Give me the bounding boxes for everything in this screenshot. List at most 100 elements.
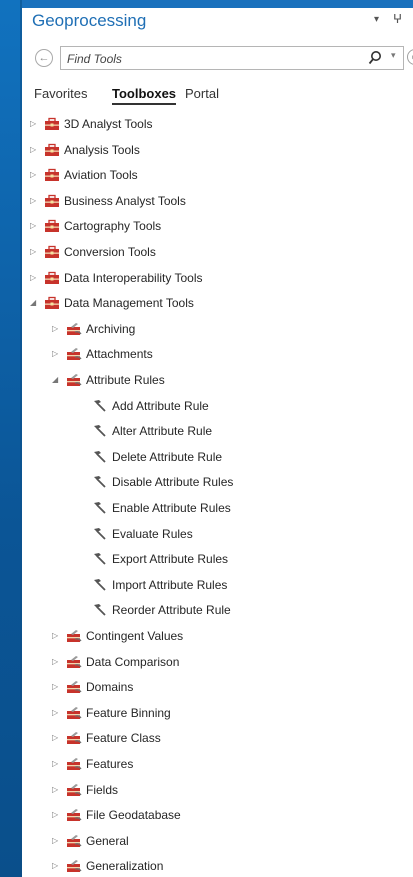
collapsed-caret-icon[interactable]: ▷ bbox=[30, 170, 38, 180]
clear-search-icon[interactable]: ⊘ bbox=[407, 49, 413, 65]
tool-item-export-attribute-rules[interactable]: Export Attribute Rules bbox=[22, 547, 413, 572]
pane-menu-chevron-down-icon[interactable]: ▾ bbox=[374, 14, 379, 25]
tree-item-label: Attachments bbox=[86, 347, 153, 361]
tool-item-delete-attribute-rule[interactable]: Delete Attribute Rule bbox=[22, 445, 413, 470]
collapsed-caret-icon[interactable]: ▷ bbox=[30, 145, 38, 155]
pane-header: Geoprocessing ▾ ⵖ bbox=[22, 8, 413, 36]
collapsed-caret-icon[interactable]: ▷ bbox=[52, 682, 60, 692]
toolset-icon bbox=[67, 732, 82, 744]
hammer-tool-icon bbox=[94, 579, 106, 591]
toolset-item-general[interactable]: ▷ General bbox=[22, 829, 413, 854]
toolset-item-attribute-rules[interactable]: ◢ Attribute Rules bbox=[22, 368, 413, 393]
back-arrow-icon[interactable]: ← bbox=[35, 49, 53, 67]
tree-item-label: Add Attribute Rule bbox=[112, 399, 209, 413]
toolset-icon bbox=[67, 374, 82, 386]
toolbox-item-data-interoperability-tools[interactable]: ▷ Data Interoperability Tools bbox=[22, 266, 413, 291]
toolbox-icon bbox=[45, 219, 59, 232]
collapsed-caret-icon[interactable]: ▷ bbox=[30, 247, 38, 257]
toolset-item-data-comparison[interactable]: ▷ Data Comparison bbox=[22, 650, 413, 675]
tree-item-label: Reorder Attribute Rule bbox=[112, 603, 231, 617]
pin-icon[interactable]: ⵖ bbox=[393, 12, 402, 26]
pane-top-accent bbox=[22, 0, 413, 8]
toolset-item-feature-class[interactable]: ▷ Feature Class bbox=[22, 726, 413, 751]
tree-item-label: Conversion Tools bbox=[64, 245, 156, 259]
collapsed-caret-icon[interactable]: ▷ bbox=[30, 221, 38, 231]
tree-item-label: Alter Attribute Rule bbox=[112, 424, 213, 438]
tree-item-label: Archiving bbox=[86, 322, 136, 336]
hammer-tool-icon bbox=[94, 528, 106, 540]
toolbox-item-cartography-tools[interactable]: ▷ Cartography Tools bbox=[22, 214, 413, 239]
toolbox-item-aviation-tools[interactable]: ▷ Aviation Tools bbox=[22, 163, 413, 188]
collapsed-caret-icon[interactable]: ▷ bbox=[52, 759, 60, 769]
tree-item-label: Aviation Tools bbox=[64, 168, 138, 182]
toolset-icon bbox=[67, 323, 82, 335]
toolset-item-generalization[interactable]: ▷ Generalization bbox=[22, 854, 413, 877]
toolset-item-fields[interactable]: ▷ Fields bbox=[22, 778, 413, 803]
collapsed-caret-icon[interactable]: ▷ bbox=[52, 708, 60, 718]
toolset-item-contingent-values[interactable]: ▷ Contingent Values bbox=[22, 624, 413, 649]
search-box: ▾ bbox=[60, 46, 404, 70]
toolbox-item-business-analyst-tools[interactable]: ▷ Business Analyst Tools bbox=[22, 189, 413, 214]
toolset-item-features[interactable]: ▷ Features bbox=[22, 752, 413, 777]
tree-item-label: Export Attribute Rules bbox=[112, 552, 229, 566]
tab-toolboxes[interactable]: Toolboxes bbox=[112, 86, 177, 105]
toolbox-icon bbox=[45, 168, 59, 181]
geoprocessing-pane: Geoprocessing ▾ ⵖ ← ▾ ⊘ Favorites Toolbo… bbox=[22, 0, 413, 877]
tree-item-label: Domains bbox=[86, 680, 134, 694]
collapsed-caret-icon[interactable]: ▷ bbox=[52, 657, 60, 667]
tree-item-label: Feature Binning bbox=[86, 706, 171, 720]
tree-item-label: Delete Attribute Rule bbox=[112, 450, 223, 464]
collapsed-caret-icon[interactable]: ▷ bbox=[52, 810, 60, 820]
toolset-item-file-geodatabase[interactable]: ▷ File Geodatabase bbox=[22, 803, 413, 828]
collapsed-caret-icon[interactable]: ▷ bbox=[52, 631, 60, 641]
collapsed-caret-icon[interactable]: ▷ bbox=[30, 119, 38, 129]
toolset-item-feature-binning[interactable]: ▷ Feature Binning bbox=[22, 701, 413, 726]
toolset-icon bbox=[67, 809, 82, 821]
expanded-caret-icon[interactable]: ◢ bbox=[52, 375, 60, 385]
toolset-item-archiving[interactable]: ▷ Archiving bbox=[22, 317, 413, 342]
collapsed-caret-icon[interactable]: ▷ bbox=[30, 196, 38, 206]
tool-item-alter-attribute-rule[interactable]: Alter Attribute Rule bbox=[22, 419, 413, 444]
toolbox-icon bbox=[45, 271, 59, 284]
tree-item-label: File Geodatabase bbox=[86, 808, 181, 822]
toolbox-item-conversion-tools[interactable]: ▷ Conversion Tools bbox=[22, 240, 413, 265]
tab-favorites[interactable]: Favorites bbox=[34, 86, 87, 101]
pane-title: Geoprocessing bbox=[32, 11, 147, 30]
toolset-icon bbox=[67, 656, 82, 668]
toolbox-item-data-management-tools[interactable]: ◢ Data Management Tools bbox=[22, 291, 413, 316]
collapsed-caret-icon[interactable]: ▷ bbox=[52, 861, 60, 871]
tool-item-disable-attribute-rules[interactable]: Disable Attribute Rules bbox=[22, 470, 413, 495]
search-icon[interactable] bbox=[368, 50, 382, 66]
collapsed-caret-icon[interactable]: ▷ bbox=[52, 733, 60, 743]
toolset-item-domains[interactable]: ▷ Domains bbox=[22, 675, 413, 700]
toolbox-item-analysis-tools[interactable]: ▷ Analysis Tools bbox=[22, 138, 413, 163]
toolset-icon bbox=[67, 758, 82, 770]
tool-item-enable-attribute-rules[interactable]: Enable Attribute Rules bbox=[22, 496, 413, 521]
tool-item-import-attribute-rules[interactable]: Import Attribute Rules bbox=[22, 573, 413, 598]
tree-item-label: Enable Attribute Rules bbox=[112, 501, 231, 515]
toolset-icon bbox=[67, 348, 82, 360]
tree-item-label: 3D Analyst Tools bbox=[64, 117, 153, 131]
tree-item-label: Features bbox=[86, 757, 134, 771]
tool-item-reorder-attribute-rule[interactable]: Reorder Attribute Rule bbox=[22, 598, 413, 623]
tab-portal[interactable]: Portal bbox=[185, 86, 219, 101]
toolbox-icon bbox=[45, 143, 59, 156]
tree-item-label: General bbox=[86, 834, 129, 848]
toolset-icon bbox=[67, 784, 82, 796]
collapsed-caret-icon[interactable]: ▷ bbox=[52, 324, 60, 334]
toolbox-item-3d-analyst-tools[interactable]: ▷ 3D Analyst Tools bbox=[22, 112, 413, 137]
collapsed-caret-icon[interactable]: ▷ bbox=[52, 836, 60, 846]
search-options-chevron-down-icon[interactable]: ▾ bbox=[391, 50, 396, 61]
search-input[interactable] bbox=[67, 51, 337, 66]
tool-item-evaluate-rules[interactable]: Evaluate Rules bbox=[22, 522, 413, 547]
tree-item-label: Feature Class bbox=[86, 731, 161, 745]
collapsed-caret-icon[interactable]: ▷ bbox=[52, 349, 60, 359]
tree-item-label: Cartography Tools bbox=[64, 219, 162, 233]
collapsed-caret-icon[interactable]: ▷ bbox=[30, 273, 38, 283]
collapsed-caret-icon[interactable]: ▷ bbox=[52, 785, 60, 795]
toolset-icon bbox=[67, 835, 82, 847]
tool-item-add-attribute-rule[interactable]: Add Attribute Rule bbox=[22, 394, 413, 419]
expanded-caret-icon[interactable]: ◢ bbox=[30, 298, 38, 308]
toolset-item-attachments[interactable]: ▷ Attachments bbox=[22, 342, 413, 367]
toolbox-icon bbox=[45, 245, 59, 258]
